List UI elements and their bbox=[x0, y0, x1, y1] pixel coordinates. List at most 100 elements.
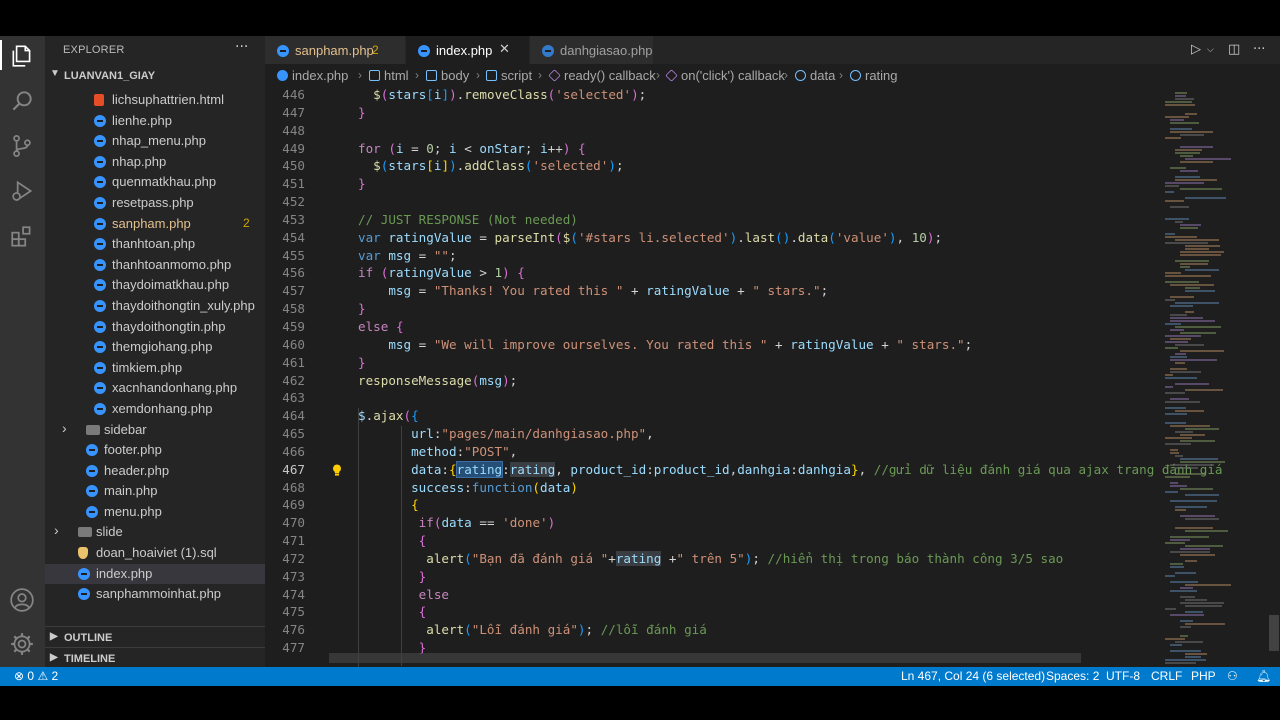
code-line[interactable]: 467 data:{rating:rating, product_id:prod… bbox=[265, 460, 1223, 479]
settings-gear-icon[interactable] bbox=[8, 630, 36, 658]
file-item[interactable]: nhap.php bbox=[45, 152, 265, 173]
line-number: 474 bbox=[282, 586, 305, 602]
file-item[interactable]: timkiem.php bbox=[45, 358, 265, 379]
file-item[interactable]: main.php bbox=[45, 481, 265, 502]
more-actions-icon[interactable]: ··· bbox=[1253, 42, 1265, 57]
cursor-position[interactable]: Ln 467, Col 24 (6 selected) bbox=[901, 669, 1045, 683]
source-control-icon[interactable] bbox=[8, 132, 36, 160]
breadcrumb-data[interactable]: data bbox=[795, 68, 835, 83]
file-item[interactable]: menu.php bbox=[45, 502, 265, 523]
code-line[interactable]: 460 msg = "We will improve ourselves. Yo… bbox=[265, 336, 1165, 354]
code-line[interactable]: 452 bbox=[265, 193, 1165, 211]
notifications-bell-icon[interactable]: 🔔︎ bbox=[1256, 669, 1271, 683]
code-line[interactable]: 476 alert("Lỗi đánh giá"); //lỗi đánh gi… bbox=[265, 621, 1165, 639]
file-item[interactable]: header.php bbox=[45, 461, 265, 482]
code-line[interactable]: 455 var msg = ""; bbox=[265, 247, 1165, 265]
workspace-folder[interactable]: ▼ LUANVAN1_GIAY bbox=[45, 66, 265, 86]
file-item[interactable]: thaydoimatkhau.php bbox=[45, 275, 265, 296]
language-mode[interactable]: PHP bbox=[1191, 669, 1216, 683]
code-line[interactable]: 470 if(data == 'done') bbox=[265, 514, 1165, 532]
breadcrumb-script[interactable]: script bbox=[486, 68, 532, 83]
code-line[interactable]: 448 bbox=[265, 122, 1165, 140]
file-item[interactable]: sanphammoinhat.php bbox=[45, 584, 265, 605]
timeline-section[interactable]: ▶ TIMELINE bbox=[45, 647, 265, 667]
folder-item[interactable]: › slide bbox=[45, 522, 265, 543]
chevron-down-icon[interactable]: ⌵ bbox=[1207, 45, 1214, 55]
file-item[interactable]: lichsuphattrien.html bbox=[45, 90, 265, 111]
code-line[interactable]: 471 { bbox=[265, 532, 1165, 550]
code-line[interactable]: 473 } bbox=[265, 568, 1165, 586]
tab-index[interactable]: index.php ✕ bbox=[406, 36, 530, 64]
code-line[interactable]: 464 $.ajax({ bbox=[265, 407, 1165, 425]
more-actions-button[interactable]: ··· bbox=[235, 39, 248, 55]
code-line[interactable]: 466 method:"POST", bbox=[265, 443, 1165, 461]
vertical-scrollbar[interactable] bbox=[1269, 615, 1279, 651]
run-debug-icon[interactable] bbox=[8, 177, 36, 205]
code-line[interactable]: 472 alert("Bạn đã đánh giá "+rating +" t… bbox=[265, 550, 1165, 568]
code-line[interactable]: 474 else bbox=[265, 586, 1165, 604]
line-number: 451 bbox=[282, 176, 305, 192]
explorer-icon[interactable] bbox=[8, 42, 36, 70]
file-item[interactable]: xacnhandonhang.php bbox=[45, 378, 265, 399]
file-item[interactable]: index.php bbox=[45, 563, 265, 585]
minimap[interactable] bbox=[1159, 88, 1280, 667]
file-item[interactable]: thanhtoanmomo.php bbox=[45, 255, 265, 276]
code-editor[interactable]: 446 $(stars[i]).removeClass('selected');… bbox=[265, 88, 1280, 667]
run-file-icon[interactable]: ▷ bbox=[1191, 42, 1201, 57]
search-icon[interactable] bbox=[8, 87, 36, 115]
code-text: $(stars[i]).removeClass('selected'); bbox=[373, 88, 647, 102]
file-item[interactable]: doan_hoaiviet (1).sql bbox=[45, 543, 265, 564]
code-line[interactable]: 458} bbox=[265, 300, 1165, 318]
file-item[interactable]: thanhtoan.php bbox=[45, 234, 265, 255]
file-item[interactable]: quenmatkhau.php bbox=[45, 172, 265, 193]
file-item[interactable]: thaydoithongtin.php bbox=[45, 317, 265, 338]
breadcrumb-ready-callback[interactable]: ready() callback bbox=[548, 68, 656, 83]
code-line[interactable]: 463 bbox=[265, 389, 1165, 407]
file-item[interactable]: lienhe.php bbox=[45, 111, 265, 132]
code-line[interactable]: 457 msg = "Thanks! You rated this " + ra… bbox=[265, 282, 1165, 300]
code-line[interactable]: 453 // JUST RESPONSE (Not needed) bbox=[265, 211, 1165, 229]
code-line[interactable]: 454 var ratingValue = parseInt($('#stars … bbox=[265, 229, 1165, 247]
file-item[interactable]: resetpass.php bbox=[45, 193, 265, 214]
close-tab-icon[interactable]: ✕ bbox=[499, 41, 510, 57]
horizontal-scrollbar[interactable] bbox=[329, 653, 1081, 663]
file-item[interactable]: nhap_menu.php bbox=[45, 131, 265, 152]
code-line[interactable]: 456 if (ratingValue > 1) { bbox=[265, 264, 1165, 282]
account-icon[interactable] bbox=[8, 586, 36, 614]
code-line[interactable]: 446 $(stars[i]).removeClass('selected'); bbox=[265, 88, 1165, 104]
encoding-setting[interactable]: UTF-8 bbox=[1106, 669, 1140, 683]
code-line[interactable]: 468 success:function(data) bbox=[265, 479, 1165, 497]
tab-danhgiasao[interactable]: danhgiasao.php bbox=[530, 36, 654, 64]
problems-indicator[interactable]: ⊗ 0 ⚠ 2 bbox=[14, 669, 58, 683]
feedback-icon[interactable]: ⚇ bbox=[1227, 669, 1238, 683]
code-line[interactable]: 451} bbox=[265, 175, 1165, 193]
file-item[interactable]: themgiohang.php bbox=[45, 337, 265, 358]
indentation-setting[interactable]: Spaces: 2 bbox=[1046, 669, 1099, 683]
tab-sanpham[interactable]: sanpham.php 2 bbox=[265, 36, 406, 64]
extensions-icon[interactable] bbox=[8, 223, 36, 251]
file-item[interactable]: sanpham.php 2 bbox=[45, 214, 265, 235]
code-line[interactable]: 450 $(stars[i]).addClass('selected'); bbox=[265, 157, 1165, 175]
file-item[interactable]: xemdonhang.php bbox=[45, 399, 265, 420]
eol-setting[interactable]: CRLF bbox=[1151, 669, 1182, 683]
code-line[interactable]: 461} bbox=[265, 354, 1165, 372]
breadcrumb-rating[interactable]: rating bbox=[850, 68, 898, 83]
code-line[interactable]: 462 responseMessage(msg); bbox=[265, 372, 1165, 390]
breadcrumb-onclick-callback[interactable]: on('click') callback bbox=[665, 68, 785, 83]
code-line[interactable]: 475 { bbox=[265, 603, 1165, 621]
chevron-right-icon: › bbox=[62, 419, 67, 436]
code-line[interactable]: 447} bbox=[265, 104, 1165, 122]
file-item[interactable]: thaydoithongtin_xuly.php bbox=[45, 296, 265, 317]
breadcrumb-html[interactable]: html bbox=[369, 68, 409, 83]
file-item[interactable]: footer.php bbox=[45, 440, 265, 461]
code-line[interactable]: 459 else { bbox=[265, 318, 1165, 336]
outline-section[interactable]: ▶ OUTLINE bbox=[45, 626, 265, 647]
lightbulb-icon[interactable] bbox=[332, 464, 342, 476]
code-line[interactable]: 465 url:"pages/main/danhgiasao.php", bbox=[265, 425, 1165, 443]
breadcrumb-file[interactable]: index.php bbox=[277, 68, 348, 83]
code-line[interactable]: 449 for (i = 0; i < onStar; i++) { bbox=[265, 140, 1165, 158]
split-editor-icon[interactable]: ◫ bbox=[1228, 42, 1240, 57]
folder-item[interactable]: › sidebar bbox=[45, 420, 265, 441]
code-line[interactable]: 469 { bbox=[265, 496, 1165, 514]
breadcrumb-body[interactable]: body bbox=[426, 68, 469, 83]
